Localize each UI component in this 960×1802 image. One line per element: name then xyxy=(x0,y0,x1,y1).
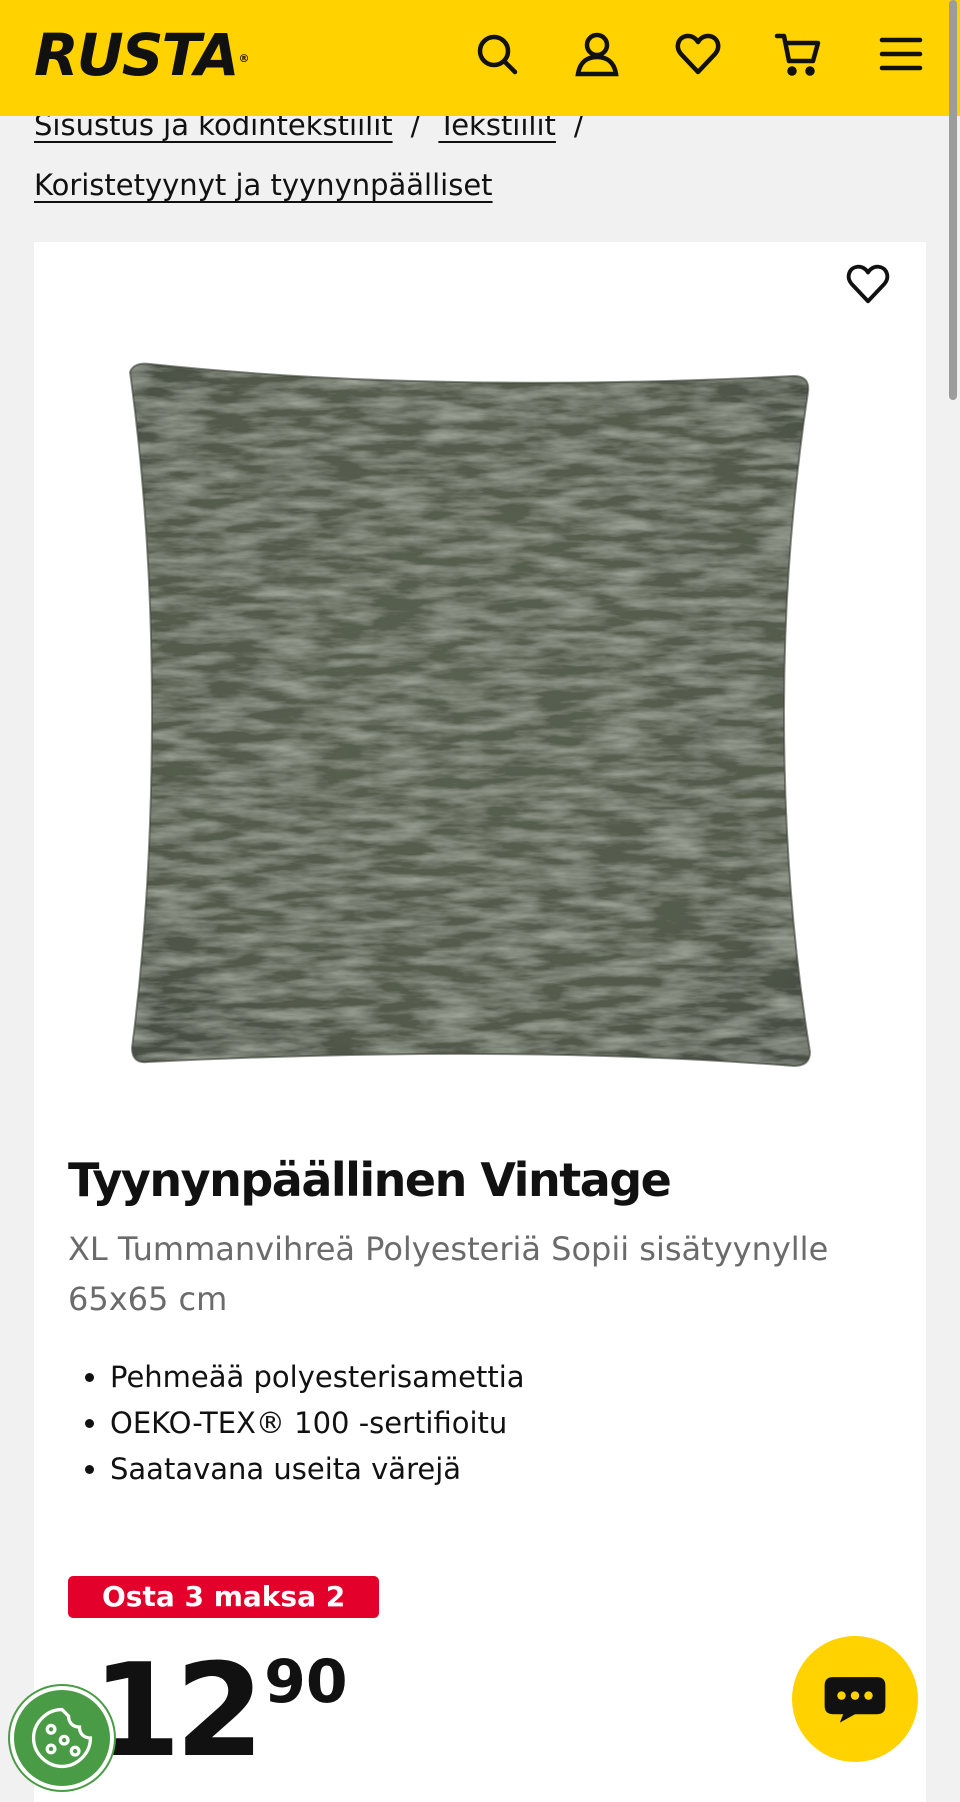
product-price: 12 90 xyxy=(92,1642,348,1802)
price-integer: 12 xyxy=(92,1637,264,1786)
product-card: Tyynynpäällinen Vintage XL Tummanvihreä … xyxy=(34,242,926,1802)
cookie-settings-button[interactable] xyxy=(10,1686,114,1790)
rusta-logo[interactable]: RUSTA ® xyxy=(34,20,249,90)
logo-text: RUSTA xyxy=(34,21,239,89)
add-to-wishlist-button[interactable] xyxy=(842,258,894,310)
list-item: Saatavana useita värejä xyxy=(110,1446,930,1492)
product-subtitle: XL Tummanvihreä Polyesteriä Sopii sisäty… xyxy=(68,1230,829,1318)
product-features: Pehmeää polyesterisamettia OEKO-TEX® 100… xyxy=(68,1354,930,1492)
cart-icon[interactable] xyxy=(773,26,823,82)
product-image[interactable] xyxy=(94,332,874,1072)
account-icon[interactable] xyxy=(572,26,622,82)
cookie-icon xyxy=(31,1707,93,1769)
chat-button[interactable] xyxy=(792,1636,918,1762)
page-scrollbar[interactable] xyxy=(949,0,957,400)
list-item: OEKO-TEX® 100 -sertifioitu xyxy=(110,1400,930,1446)
chat-bubble-icon xyxy=(824,1677,886,1723)
promo-badge: Osta 3 maksa 2 xyxy=(68,1576,380,1618)
logo-registered-mark: ® xyxy=(238,52,250,65)
product-title: Tyynynpäällinen Vintage xyxy=(68,1153,672,1207)
price-decimals: 90 xyxy=(264,1647,348,1717)
list-item: Pehmeää polyesterisamettia xyxy=(110,1354,930,1400)
menu-icon[interactable] xyxy=(876,26,926,82)
wishlist-icon[interactable] xyxy=(673,26,723,82)
heart-icon xyxy=(846,264,890,304)
site-header: RUSTA ® xyxy=(0,0,960,116)
search-icon[interactable] xyxy=(472,26,522,82)
breadcrumb-link-koristetyynyt[interactable]: Koristetyynyt ja tyynynpäälliset xyxy=(34,155,493,215)
